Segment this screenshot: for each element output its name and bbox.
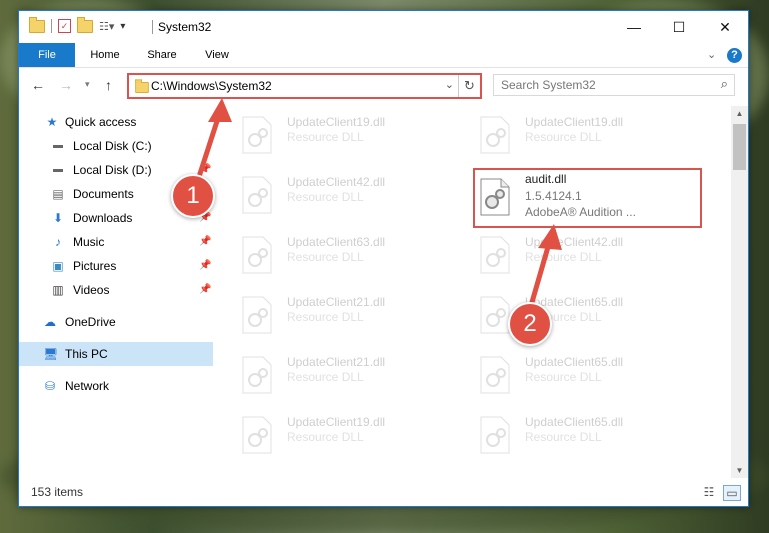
step-2-badge: 2 <box>508 302 552 346</box>
arrow-1-head <box>208 98 232 122</box>
annotation-arrows <box>193 98 562 319</box>
step-1-badge: 1 <box>171 174 215 218</box>
arrow-2-head <box>538 224 562 250</box>
